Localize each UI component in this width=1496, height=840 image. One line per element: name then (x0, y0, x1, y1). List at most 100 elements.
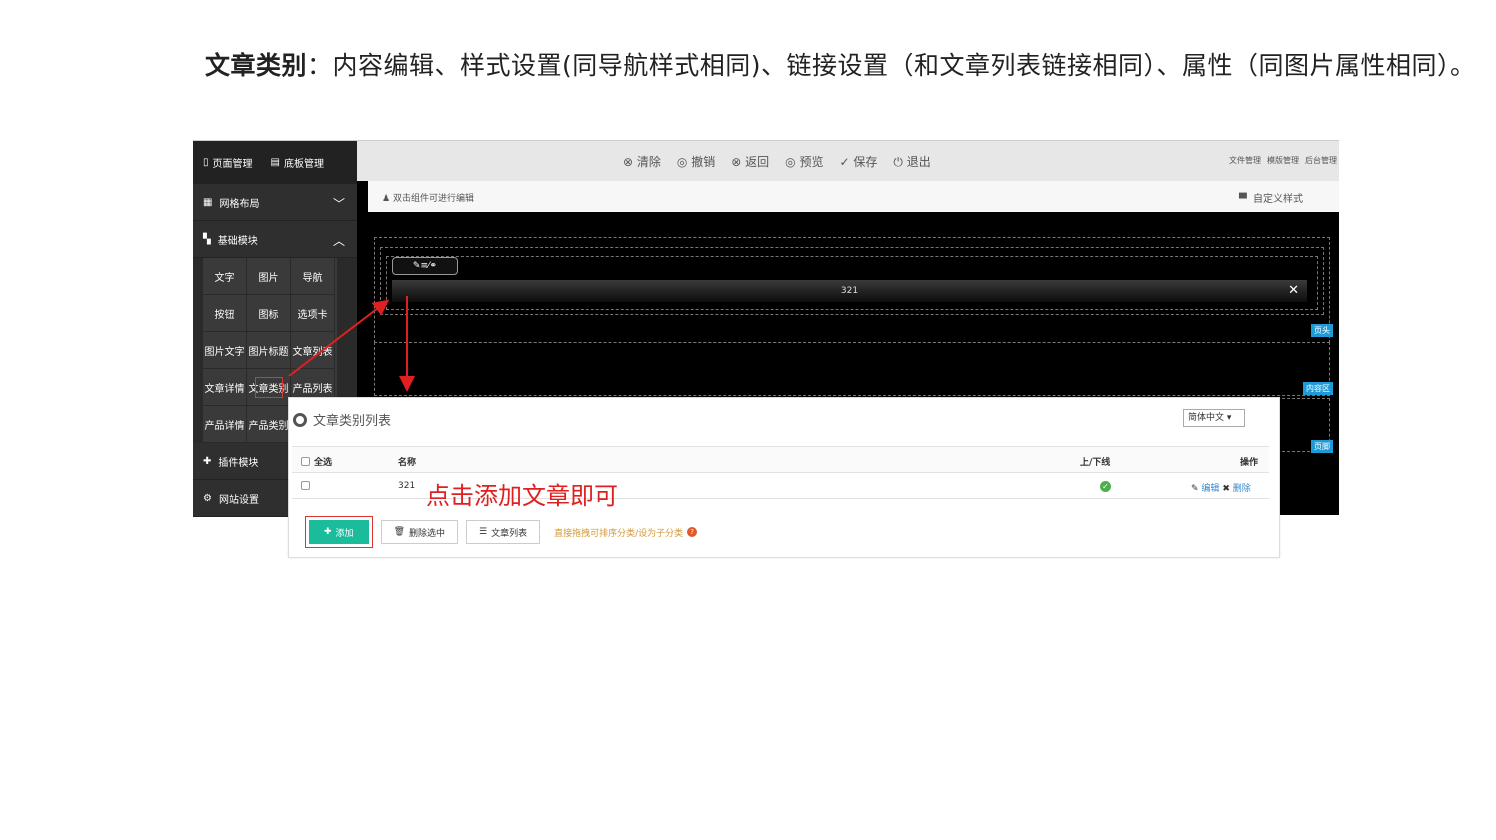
undo-button[interactable]: ◎ 撤销 (677, 153, 715, 170)
col-ops: 操作 (1240, 458, 1259, 468)
delete-selected-button[interactable]: 🗑 删除选中 (380, 520, 459, 544)
module-image[interactable]: 图片 (247, 258, 291, 295)
plugin-modules-label: 插件模块 (218, 457, 259, 469)
delete-selected-label: 删除选中 (409, 528, 446, 539)
toolbar-right-links: 文件管理 模版管理 后台管理 (1229, 155, 1337, 166)
back-icon: ⊗ (731, 155, 742, 169)
language-select[interactable]: 简体中文 ▾ (1183, 409, 1245, 427)
hint-bar: ♟ 双击组件可进行编辑 ▀ 自定义样式 (368, 181, 1339, 212)
file-manage-link[interactable]: 文件管理 (1229, 155, 1261, 166)
template-manage-link[interactable]: 模版管理 (1267, 155, 1299, 166)
drag-note-text: 直接拖拽可排序分类/设为子分类 (554, 528, 684, 539)
nav-widget[interactable]: 321 ✕ (392, 280, 1307, 302)
base-manage-label: 底板管理 (283, 159, 324, 170)
basic-modules-label: 基础模块 (217, 235, 258, 247)
zone-tag-header: 页头 (1311, 324, 1333, 337)
exit-button[interactable]: ⏻ 退出 (893, 153, 930, 170)
drag-note: 直接拖拽可排序分类/设为子分类? (554, 526, 698, 539)
hint-left: ♟ 双击组件可进行编辑 (382, 191, 474, 204)
page-heading: 文章类别：内容编辑、样式设置(同导航样式相同)、链接设置（和文章列表链接相同）、… (205, 46, 1476, 82)
check-icon: ✓ (839, 155, 850, 169)
module-article-list[interactable]: 文章列表 (291, 332, 335, 369)
article-list-label: 文章列表 (491, 528, 528, 539)
module-product-detail[interactable]: 产品详情 (203, 406, 247, 443)
edit-icon: ✎≡⁄⚭ (412, 261, 438, 271)
sidebar-item-grid-layout[interactable]: ▦ 网格布局 ﹀ (193, 184, 357, 221)
toolbar-actions: ⊗ 清除 ◎ 撤销 ⊗ 返回 ◎ 预览 ✓ 保存 ⏻ 退出 (623, 153, 931, 170)
custom-style-label: 自定义样式 (1253, 194, 1303, 205)
col-name: 名称 (398, 458, 417, 468)
edit-icon: ✎ (1191, 484, 1199, 494)
power-icon: ⏻ (893, 155, 903, 169)
module-button[interactable]: 按钮 (203, 295, 247, 332)
list-icon: ☰ (479, 527, 488, 537)
module-text[interactable]: 文字 (203, 258, 247, 295)
widget-text: 321 (840, 286, 859, 296)
checkbox-icon (301, 481, 310, 490)
site-settings-label: 网站设置 (218, 494, 259, 506)
module-article-category[interactable]: 文章类别 (247, 369, 291, 406)
row-name: 321 (398, 481, 416, 491)
close-icon[interactable]: ✕ (1288, 280, 1299, 302)
checkbox-icon (301, 457, 310, 466)
admin-manage-link[interactable]: 后台管理 (1305, 155, 1337, 166)
module-image-title[interactable]: 图片标题 (247, 332, 291, 369)
module-icon[interactable]: 图标 (247, 295, 291, 332)
clear-button[interactable]: ⊗ 清除 (623, 153, 661, 170)
back-button[interactable]: ⊗ 返回 (731, 153, 769, 170)
headset-icon (293, 412, 307, 427)
hint-left-text: 双击组件可进行编辑 (392, 194, 474, 204)
panel-title-text: 文章类别列表 (313, 414, 392, 429)
clear-icon: ⊗ (623, 155, 634, 169)
table-header: 全选 名称 上/下线 操作 (292, 447, 1269, 473)
exit-label: 退出 (906, 155, 931, 169)
widget-tools[interactable]: ✎≡⁄⚭ (392, 257, 458, 275)
module-nav[interactable]: 导航 (291, 258, 335, 295)
sidebar-item-basic-modules[interactable]: ▚ 基础模块 ︿ (193, 221, 357, 258)
document-icon: ▤ (270, 157, 280, 168)
custom-style-button[interactable]: ▀ 自定义样式 (1239, 190, 1303, 205)
paint-icon: ▀ (1238, 194, 1247, 205)
delete-link[interactable]: 删除 (1233, 484, 1251, 494)
edit-link[interactable]: 编辑 (1201, 484, 1219, 494)
row-actions: ✎ 编辑 ✖ 删除 (1191, 481, 1251, 494)
clear-label: 清除 (636, 155, 661, 169)
article-list-button[interactable]: ☰ 文章列表 (466, 520, 541, 544)
base-manage-tab[interactable]: ▤ 底板管理 (271, 155, 324, 170)
article-category-panel: 文章类别列表 简体中文 ▾ 全选 名称 上/下线 操作 321 ✓ ✎ 编辑 ✖… (288, 397, 1280, 558)
page-icon: ▯ (203, 157, 209, 168)
grid-layout-label: 网格布局 (219, 198, 260, 210)
language-value: 简体中文 (1188, 413, 1225, 423)
module-tabs[interactable]: 选项卡 (291, 295, 335, 332)
module-product-category[interactable]: 产品类别 (247, 406, 291, 443)
content-zone[interactable] (374, 342, 1330, 396)
preview-button[interactable]: ◎ 预览 (785, 153, 823, 170)
gear-icon: ⚙ (203, 492, 212, 504)
annotation-text: 点击添加文章即可 (426, 482, 618, 510)
panel-title: 文章类别列表 (293, 410, 391, 429)
module-image-text[interactable]: 图片文字 (203, 332, 247, 369)
bell-icon: ♟ (382, 194, 391, 204)
panel-buttons: ✚ 添加 🗑 删除选中 ☰ 文章列表 直接拖拽可排序分类/设为子分类? (305, 516, 698, 548)
add-button[interactable]: ✚ 添加 (309, 520, 369, 544)
puzzle-icon: ✚ (203, 455, 212, 467)
preview-icon: ◎ (785, 155, 796, 169)
page-manage-tab[interactable]: ▯ 页面管理 (203, 155, 253, 170)
help-icon[interactable]: ? (687, 527, 698, 537)
save-button[interactable]: ✓ 保存 (839, 153, 877, 170)
eye-icon: ◎ (676, 155, 688, 169)
status-online-icon[interactable]: ✓ (1100, 481, 1111, 492)
module-article-detail[interactable]: 文章详情 (203, 369, 247, 406)
delete-icon: ✖ (1222, 484, 1230, 494)
select-all[interactable]: 全选 (301, 455, 332, 468)
row-checkbox[interactable] (301, 481, 314, 492)
page-manage-label: 页面管理 (212, 159, 253, 170)
chevron-down-icon: ﹀ (332, 197, 345, 211)
table-icon: ▦ (203, 196, 213, 208)
add-highlight: ✚ 添加 (305, 516, 373, 548)
undo-label: 撤销 (691, 155, 716, 169)
zone-tag-footer: 页脚 (1311, 440, 1333, 453)
zone-tag-content: 内容区 (1303, 382, 1333, 395)
back-label: 返回 (745, 155, 770, 169)
modules-icon: ▚ (203, 233, 211, 245)
